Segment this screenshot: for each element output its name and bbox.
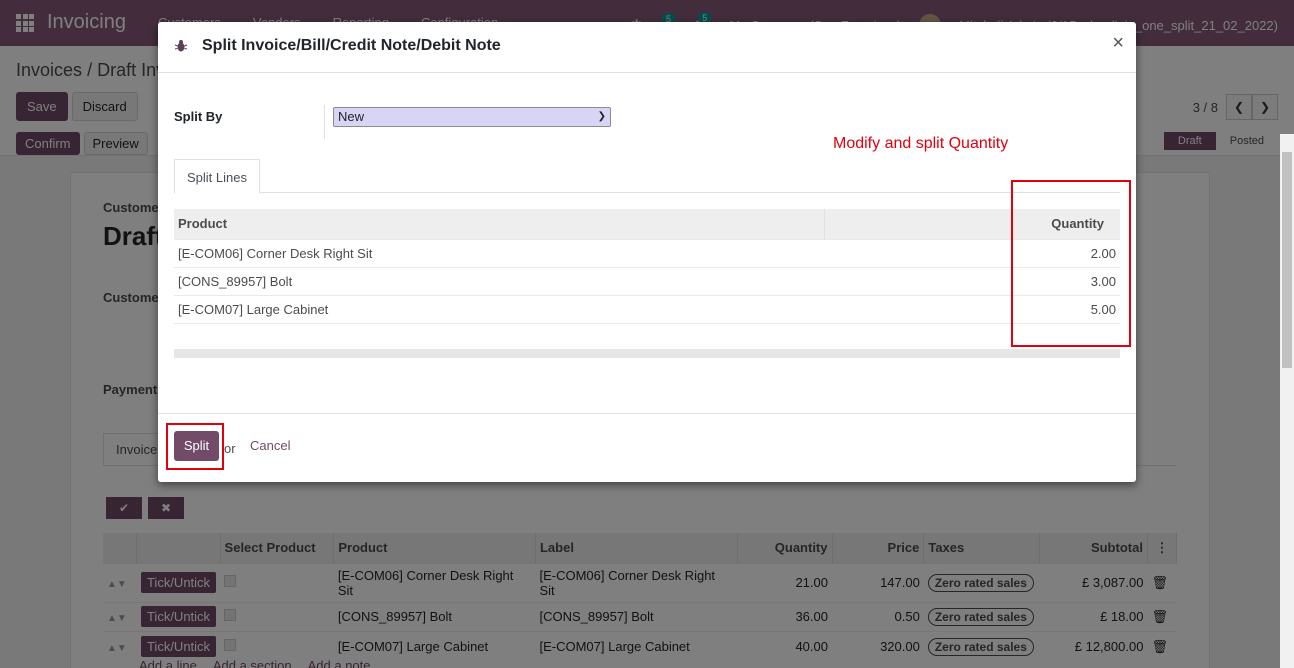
column-header-product[interactable]: Product [174,209,825,239]
field-separator [324,105,325,139]
page-scrollbar[interactable] [1280,134,1294,668]
cell-product[interactable]: [E-COM07] Large Cabinet [174,294,824,324]
split-lines-table: Product Quantity [E-COM06] Corner Desk R… [174,209,1120,324]
scrollbar-thumb[interactable] [1282,152,1292,368]
split-invoice-dialog: Split Invoice/Bill/Credit Note/Debit Not… [158,22,1136,482]
cell-product[interactable]: [CONS_89957] Bolt [174,266,824,295]
split-by-value: New [338,109,365,124]
table-row[interactable]: [CONS_89957] Bolt 3.00 [174,266,1120,295]
dialog-footer: Split or Cancel [158,413,1136,482]
table-row[interactable]: [E-COM06] Corner Desk Right Sit 2.00 [174,238,1120,267]
split-highlight-box [166,423,224,470]
annotation-text: Modify and split Quantity [833,135,1009,152]
bug-icon [174,40,188,52]
dialog-header: Split Invoice/Bill/Credit Note/Debit Not… [158,22,1136,73]
table-horizontal-scrollbar[interactable] [174,349,1120,358]
chevron-down-icon: ❯ [597,111,606,122]
tab-split-lines[interactable]: Split Lines [174,159,260,194]
quantity-highlight-box [1011,180,1131,347]
dialog-title: Split Invoice/Bill/Credit Note/Debit Not… [202,37,501,54]
table-row[interactable]: [E-COM07] Large Cabinet 5.00 [174,294,1120,324]
tab-divider [174,192,1120,193]
cell-product[interactable]: [E-COM06] Corner Desk Right Sit [174,238,824,267]
close-icon[interactable]: × [1112,33,1124,53]
cancel-button[interactable]: Cancel [250,438,290,453]
split-by-label: Split By [174,109,223,124]
or-text: or [224,441,236,456]
split-by-select[interactable]: New ❯ [333,107,611,127]
